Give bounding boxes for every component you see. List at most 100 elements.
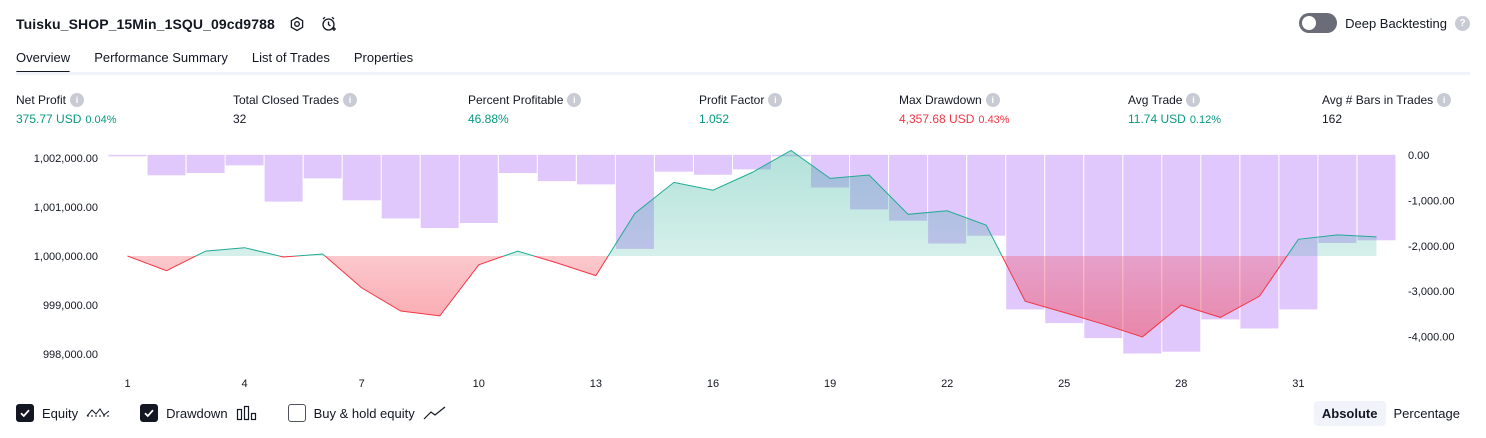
drawdown-bars-icon [236, 405, 258, 421]
drawdown-axis: 0.00 -1,000.00 -2,000.00 -3,000.00 -4,000.00 [1408, 150, 1454, 344]
metric-label: Avg # Bars in Trades [1322, 93, 1434, 107]
metric-value: 162 [1322, 112, 1343, 126]
percentage-button[interactable]: Percentage [1386, 401, 1469, 426]
metric-percent: 0.04% [85, 114, 117, 126]
drawdown-tick-label: -4,000.00 [1408, 332, 1454, 344]
settings-icon[interactable] [287, 14, 307, 34]
deep-backtesting-control: Deep Backtesting ? [1299, 13, 1470, 33]
x-tick-label: 4 [242, 378, 248, 390]
drawdown-bar [1162, 154, 1201, 352]
metric-label: Profit Factor [699, 93, 765, 107]
report-tabs: Overview Performance Summary List of Tra… [16, 44, 437, 74]
strategy-title: Tuisku_SHOP_15Min_1SQU_09cd9788 [16, 16, 275, 32]
metric-net-profit: Net Profit i 375.77 USD 0.04% [16, 93, 117, 126]
drawdown-bar [420, 154, 459, 228]
metric-label: Avg Trade [1128, 93, 1183, 107]
equity-tick-label: 1,001,000.00 [34, 202, 98, 214]
buy-hold-line-icon [423, 405, 447, 421]
drawdown-bar [186, 154, 225, 173]
info-icon[interactable]: i [768, 93, 783, 107]
metric-percent-profitable: Percent Profitable i 46.88% [468, 93, 582, 126]
metric-label: Max Drawdown [899, 93, 982, 107]
x-tick-label: 7 [359, 378, 365, 390]
legend-equity[interactable]: Equity [16, 404, 110, 422]
legend-label: Buy & hold equity [313, 405, 415, 421]
help-icon[interactable]: ? [1455, 15, 1470, 31]
x-tick-label: 22 [941, 378, 953, 390]
drawdown-checkbox[interactable] [140, 404, 159, 422]
value-mode-switch: Absolute Percentage [1313, 401, 1469, 426]
drawdown-tick-label: -1,000.00 [1408, 195, 1454, 207]
drawdown-bar [654, 154, 693, 172]
info-icon[interactable]: i [1186, 93, 1201, 107]
x-tick-label: 31 [1292, 378, 1304, 390]
tab-list-of-trades[interactable]: List of Trades [252, 44, 330, 74]
info-icon[interactable]: i [567, 93, 582, 107]
tabs-divider [16, 72, 1470, 75]
metric-total-closed-trades: Total Closed Trades i 32 [233, 93, 358, 126]
drawdown-bar [381, 154, 420, 219]
buy-hold-checkbox[interactable] [287, 404, 306, 422]
metric-value: 32 [233, 112, 247, 126]
absolute-button[interactable]: Absolute [1313, 401, 1386, 426]
metric-percent: 0.12% [1189, 114, 1222, 126]
deep-backtesting-toggle[interactable] [1299, 13, 1338, 33]
legend-buy-hold-equity[interactable]: Buy & hold equity [287, 404, 447, 422]
tab-properties[interactable]: Properties [354, 44, 413, 74]
x-tick-label: 1 [124, 378, 130, 390]
metric-value: 46.88% [468, 112, 509, 126]
metric-avg-trade: Avg Trade i 11.74 USD 0.12% [1128, 93, 1221, 126]
metric-percent: 0.43% [978, 114, 1010, 126]
drawdown-bar [537, 154, 576, 182]
drawdown-tick-label: -3,000.00 [1408, 286, 1454, 298]
metric-value: 4,357.68 USD [899, 112, 975, 126]
metric-label: Net Profit [16, 93, 67, 107]
equity-checkbox[interactable] [16, 404, 34, 422]
info-icon[interactable]: i [1437, 93, 1452, 107]
equity-line-icon [86, 405, 110, 421]
drawdown-tick-label: -2,000.00 [1408, 241, 1454, 253]
drawdown-bar [498, 154, 537, 173]
info-icon[interactable]: i [985, 93, 1000, 107]
info-icon[interactable]: i [70, 93, 85, 107]
drawdown-bar [576, 154, 615, 185]
x-tick-label: 16 [707, 378, 719, 390]
equity-axis: 1,002,000.00 1,001,000.00 1,000,000.00 999,… [34, 153, 98, 361]
drawdown-bar [694, 154, 732, 175]
equity-tick-label: 1,002,000.00 [34, 153, 98, 165]
drawdown-bar [1279, 154, 1318, 310]
x-tick-label: 10 [473, 378, 485, 390]
info-icon[interactable]: i [343, 93, 358, 107]
deep-backtesting-label: Deep Backtesting [1345, 15, 1447, 31]
metric-value: 1.052 [699, 112, 730, 126]
equity-tick-label: 998,000.00 [43, 349, 98, 361]
drawdown-bar [264, 154, 303, 202]
chart-legend: Equity Drawdown Buy & hold equity [16, 404, 477, 422]
equity-tick-label: 999,000.00 [43, 300, 98, 312]
drawdown-bar [1357, 154, 1396, 241]
metric-value: 375.77 USD [16, 112, 82, 126]
tab-performance-summary[interactable]: Performance Summary [94, 44, 228, 74]
equity-tick-label: 1,000,000.00 [34, 251, 98, 263]
equity-drawdown-chart[interactable]: 1,002,000.00 1,001,000.00 1,000,000.00 999,… [0, 140, 1486, 396]
drawdown-tick-label: 0.00 [1408, 150, 1429, 162]
metric-avg-bars-in-trades: Avg # Bars in Trades i 162 [1322, 93, 1452, 126]
metric-label: Total Closed Trades [233, 93, 340, 107]
x-tick-label: 19 [824, 378, 836, 390]
drawdown-bar [342, 154, 381, 201]
metric-value: 11.74 USD [1128, 112, 1186, 126]
strategy-header: Tuisku_SHOP_15Min_1SQU_09cd9788 [16, 12, 339, 36]
metric-label: Percent Profitable [468, 93, 564, 107]
drawdown-bar [147, 154, 186, 176]
x-tick-label: 28 [1175, 378, 1187, 390]
legend-label: Drawdown [166, 405, 228, 421]
tab-overview[interactable]: Overview [16, 44, 71, 74]
legend-drawdown[interactable]: Drawdown [140, 404, 257, 422]
drawdown-bar [225, 154, 264, 166]
x-tick-label: 13 [590, 378, 602, 390]
add-alert-icon[interactable] [319, 14, 339, 34]
drawdown-bar [1318, 154, 1357, 243]
drawdown-bar [459, 154, 498, 223]
metric-profit-factor: Profit Factor i 1.052 [699, 93, 783, 126]
trade-number-axis: 1 4 7 10 13 16 19 22 25 28 31 [124, 378, 1304, 390]
